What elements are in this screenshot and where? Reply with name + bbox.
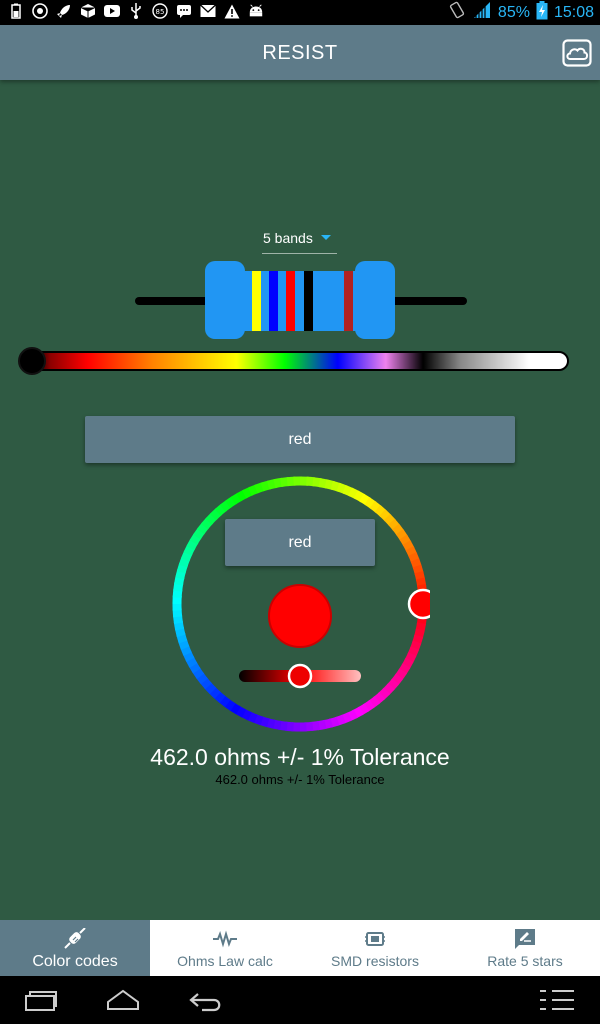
wheel-color-button[interactable]: red — [225, 519, 375, 566]
svg-text:85: 85 — [156, 8, 165, 16]
cloud-icon — [562, 39, 592, 67]
resistor-band-1[interactable] — [252, 271, 261, 331]
color-wheel[interactable] — [170, 474, 430, 734]
main-content: 5 bands red red 462.0 ohms +/- 1% Tolera… — [0, 80, 600, 920]
mail-icon — [200, 3, 216, 19]
dropdown-arrow-icon — [321, 235, 331, 240]
android-icon — [248, 3, 264, 19]
nav-label: Ohms Law calc — [177, 953, 273, 969]
app-icon — [32, 3, 48, 19]
warning-icon — [224, 3, 240, 19]
app-title: RESIST — [262, 42, 338, 64]
battery-charging-icon — [536, 0, 548, 25]
youtube-icon — [104, 3, 120, 19]
box-icon — [80, 3, 96, 19]
brightness-slider-handle[interactable] — [287, 663, 313, 689]
rocket-icon — [56, 3, 72, 19]
clock: 15:08 — [553, 3, 594, 21]
band-count-dropdown[interactable]: 5 bands — [262, 228, 337, 254]
zigzag-resistor-icon — [150, 928, 300, 950]
chip-icon — [300, 928, 450, 950]
resistor-band-5[interactable] — [344, 271, 353, 331]
spectrum-slider-handle[interactable] — [18, 347, 46, 375]
rate-edit-icon — [450, 928, 600, 950]
menu-icon[interactable] — [538, 988, 576, 1017]
badge-85-icon: 85 — [152, 3, 168, 19]
hue-selector-handle[interactable] — [407, 588, 430, 620]
resistance-result: 462.0 ohms +/- 1% Tolerance — [150, 744, 450, 770]
rotate-icon — [448, 1, 466, 24]
bottom-navigation: Color codes Ohms Law calc SMD resistors … — [0, 920, 600, 976]
status-bar: 85 85% 15:08 — [0, 0, 600, 25]
nav-smd-resistors[interactable]: SMD resistors — [300, 920, 450, 976]
nav-label: Color codes — [32, 953, 118, 970]
notification-icons: 85 — [8, 3, 264, 19]
nav-color-codes[interactable]: Color codes — [0, 920, 150, 976]
resistor-band-2[interactable] — [269, 271, 278, 331]
color-preview-circle — [268, 584, 332, 648]
selected-color-button[interactable]: red — [85, 416, 515, 463]
usb-icon — [128, 3, 144, 19]
back-icon[interactable] — [188, 988, 224, 1017]
resistance-result-small: 462.0 ohms +/- 1% Tolerance — [215, 772, 385, 787]
status-indicators: 85% 15:08 — [448, 0, 594, 25]
battery-small-icon — [8, 3, 24, 19]
resistor-icon — [0, 928, 150, 950]
nav-label: Rate 5 stars — [487, 953, 563, 969]
home-icon[interactable] — [106, 988, 140, 1017]
nav-rate[interactable]: Rate 5 stars — [450, 920, 600, 976]
recent-apps-icon[interactable] — [24, 988, 58, 1017]
nav-ohms-law[interactable]: Ohms Law calc — [150, 920, 300, 976]
resistor-band-3[interactable] — [286, 271, 295, 331]
chat-icon — [176, 3, 192, 19]
signal-icon — [472, 1, 492, 24]
color-spectrum-slider[interactable] — [32, 351, 569, 371]
band-count-value: 5 bands — [263, 230, 313, 246]
app-bar: RESIST — [0, 25, 600, 80]
cloud-button[interactable] — [562, 39, 592, 67]
resistor-lead-left — [135, 297, 215, 305]
battery-percent: 85% — [497, 3, 530, 21]
system-navigation-bar — [0, 976, 600, 1024]
nav-label: SMD resistors — [331, 953, 419, 969]
resistor-lead-right — [387, 297, 467, 305]
resistor-graphic — [135, 260, 467, 340]
resistor-band-4[interactable] — [304, 271, 313, 331]
